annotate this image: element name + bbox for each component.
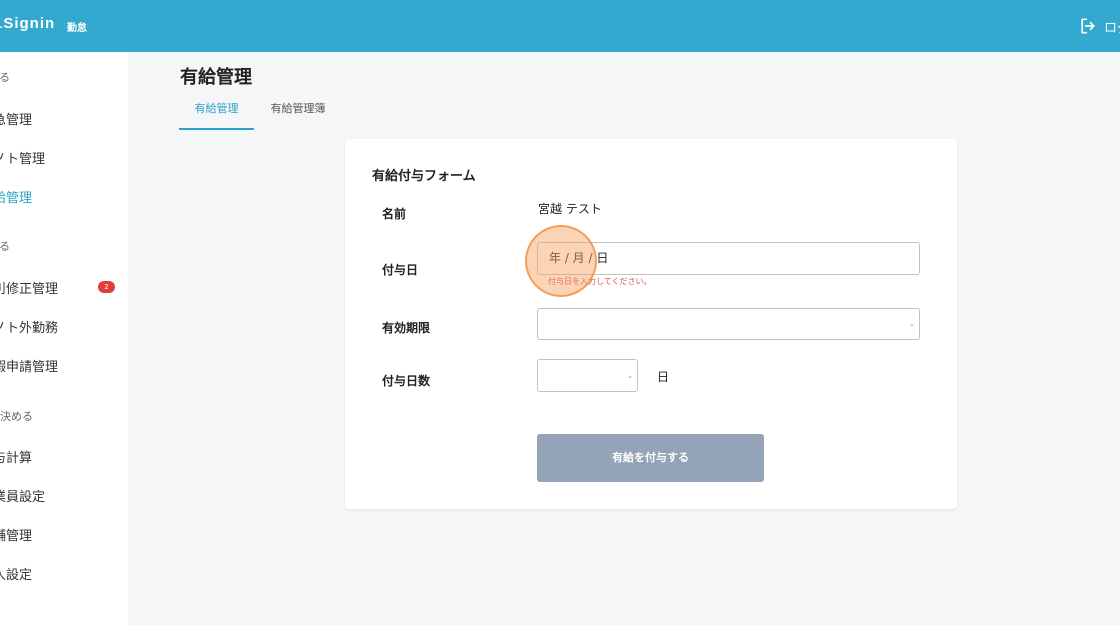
sidebar-item-label: 業員設定 [0, 490, 46, 505]
name-value: 宮越 テスト [538, 202, 602, 216]
expiry-select[interactable]: ⌄ [537, 308, 920, 340]
logout-label: ログ [1104, 20, 1120, 36]
tab-paid-leave-ledger[interactable]: 有給管理簿 [262, 100, 334, 130]
grant-date-label: 付与日 [382, 263, 419, 277]
sidebar-item-shift[interactable]: ノト管理 [0, 141, 128, 171]
grant-form-card: 有給付与フォーム 名前 宮越 テスト 付与日 年 / 月 / 日 付与日を入力し… [345, 139, 957, 509]
grant-days-select[interactable]: ⌄ [537, 359, 638, 392]
grant-days-label: 付与日数 [382, 374, 431, 388]
sidebar-item-leave-request[interactable]: 暇申請管理 [0, 349, 128, 379]
logout-button[interactable]: ログ [1078, 14, 1120, 38]
name-label: 名前 [382, 207, 407, 221]
chevron-down-icon: ⌄ [909, 320, 915, 328]
sidebar-section-heading: る [0, 71, 10, 84]
sidebar-item-paid-leave[interactable]: 給管理 [0, 180, 128, 210]
sidebar-item-label: 急管理 [0, 113, 33, 128]
sidebar-item-store[interactable]: 舗管理 [0, 518, 128, 548]
sidebar-item-label: 暇申請管理 [0, 360, 59, 375]
brand-subtitle: 勤怠 [67, 23, 87, 34]
sidebar-item-label: ノト外勤務 [0, 321, 59, 336]
days-unit: 日 [657, 370, 670, 384]
sidebar-item-label: 与計算 [0, 451, 33, 466]
sidebar-section-heading: 決める [0, 410, 33, 423]
sidebar-item-attendance[interactable]: 急管理 [0, 102, 128, 132]
sidebar-item-employee-settings[interactable]: 業員設定 [0, 479, 128, 509]
tab-paid-leave[interactable]: 有給管理 [179, 100, 254, 130]
chevron-down-icon: ⌄ [627, 371, 633, 380]
notification-badge: 2 [98, 281, 115, 293]
sidebar-item-stamp-correction[interactable]: 刂修正管理 2 [0, 271, 128, 301]
expiry-label: 有効期限 [382, 321, 431, 335]
form-title: 有給付与フォーム [372, 169, 476, 184]
page-title: 有給管理 [180, 67, 252, 88]
logout-icon [1081, 18, 1095, 34]
sidebar-item-payroll[interactable]: 与計算 [0, 440, 128, 470]
sidebar-section-heading: る [0, 240, 10, 253]
top-bar: 1Signin 勤怠 ログ [0, 0, 1120, 52]
grant-date-error: 付与日を入力してください。 [548, 277, 652, 286]
sidebar-item-label: ノト管理 [0, 152, 46, 167]
sidebar-item-personal-settings[interactable]: 人設定 [0, 557, 128, 587]
sidebar: る 急管理 ノト管理 給管理 る 刂修正管理 2 ノト外勤務 暇申請管理 決める… [0, 52, 128, 625]
grant-paid-leave-button[interactable]: 有給を付与する [537, 434, 764, 482]
sidebar-item-label: 舗管理 [0, 529, 33, 544]
brand-logo[interactable]: 1Signin [0, 15, 55, 32]
sidebar-item-label: 給管理 [0, 191, 33, 206]
grant-date-input[interactable]: 年 / 月 / 日 [537, 242, 920, 275]
sidebar-item-label: 刂修正管理 [0, 282, 59, 297]
sidebar-item-off-shift-work[interactable]: ノト外勤務 [0, 310, 128, 340]
sidebar-item-label: 人設定 [0, 568, 33, 583]
